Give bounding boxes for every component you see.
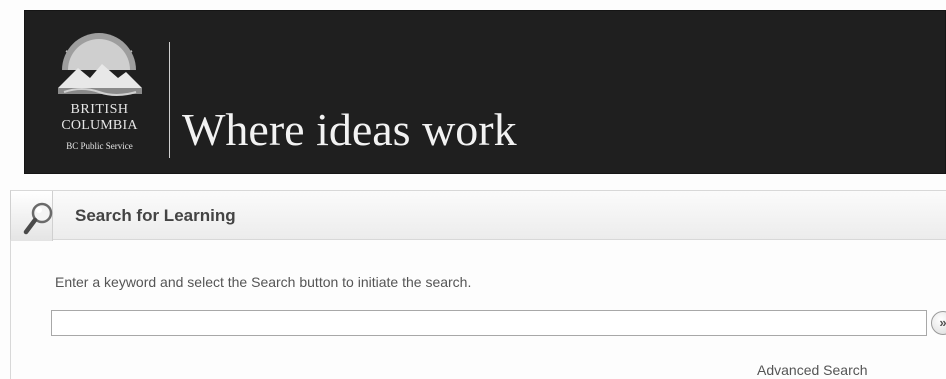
bc-sun-mountain-logo-icon	[58, 33, 142, 96]
header-banner: BRITISH COLUMBIA BC Public Service Where…	[24, 10, 946, 174]
search-panel-title: Search for Learning	[75, 206, 236, 225]
logo-wordmark: BRITISH COLUMBIA BC Public Service	[42, 102, 157, 154]
search-instructions: Enter a keyword and select the Search bu…	[55, 274, 472, 290]
bc-public-service-logo[interactable]: BRITISH COLUMBIA BC Public Service	[42, 28, 157, 163]
search-panel-body: Enter a keyword and select the Search bu…	[10, 240, 946, 379]
advanced-search-link[interactable]: Advanced Search	[757, 362, 868, 378]
search-panel: Search for Learning Enter a keyword and …	[10, 190, 946, 379]
search-input[interactable]	[51, 310, 927, 336]
search-panel-header: Search for Learning	[10, 190, 946, 241]
double-chevron-right-icon: »	[939, 315, 946, 330]
search-badge	[11, 191, 53, 241]
logo-line-british: BRITISH	[70, 102, 129, 117]
banner-divider	[169, 42, 170, 158]
logo-line-columbia: COLUMBIA	[61, 118, 138, 133]
tagline: Where ideas work	[182, 104, 517, 155]
magnifier-icon	[23, 202, 53, 235]
search-go-button[interactable]: »	[931, 311, 946, 335]
page: BRITISH COLUMBIA BC Public Service Where…	[0, 0, 946, 379]
logo-line-public-service: BC Public Service	[66, 141, 133, 151]
